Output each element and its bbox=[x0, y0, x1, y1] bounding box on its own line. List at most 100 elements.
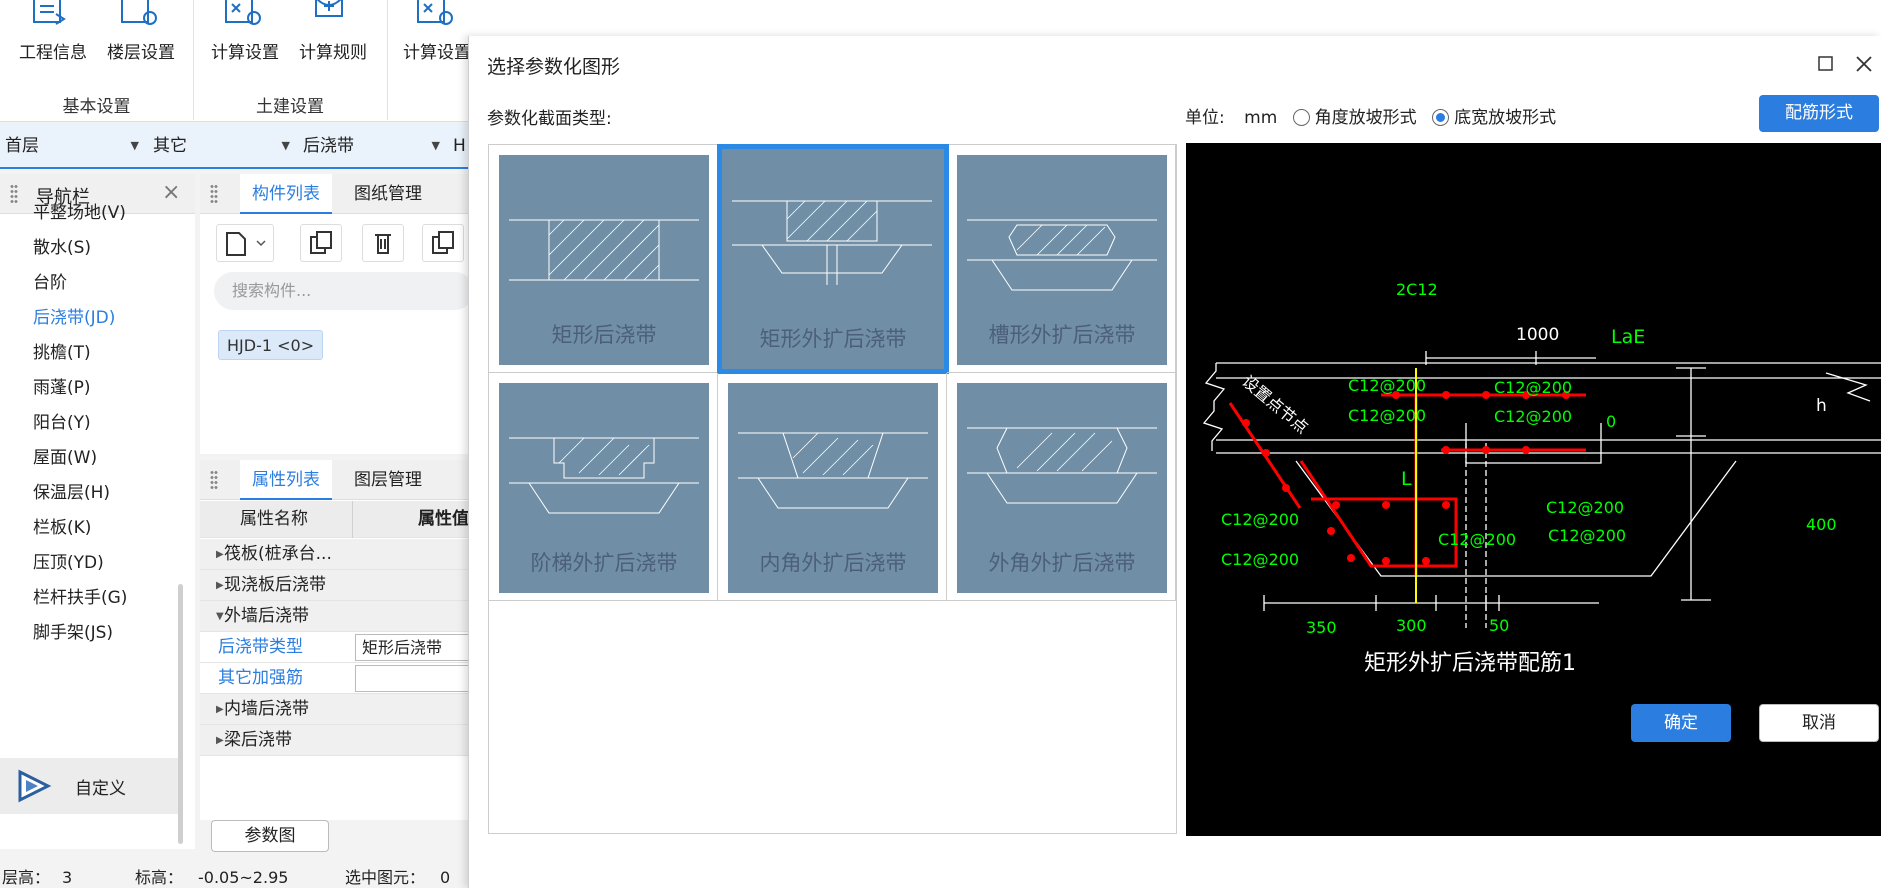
dialog-title: 选择参数化图形 bbox=[487, 56, 621, 78]
shape-caption: 阶梯外扩后浇带 bbox=[530, 551, 678, 575]
radio-angle-slope[interactable]: 角度放坡形式 bbox=[1292, 108, 1417, 128]
nav-item[interactable]: 栏板(K) bbox=[33, 513, 91, 538]
nav-item[interactable]: 平整场地(V) bbox=[33, 198, 126, 223]
selected-count-label: 选中图元： bbox=[345, 868, 426, 887]
property-group-row[interactable]: ▶ 现浇板后浇带 bbox=[200, 570, 470, 601]
component-list-header: 构件列表 图纸管理 bbox=[200, 174, 470, 214]
property-row[interactable]: 后浇带类型 矩形后浇带 bbox=[200, 632, 475, 663]
drag-handle-icon[interactable] bbox=[210, 184, 218, 204]
property-label: 梁后浇带 bbox=[224, 730, 292, 750]
selection-bar: 首层 ▼ 其它 ▼ 后浇带 ▼ H bbox=[0, 123, 470, 169]
shape-thumbnail[interactable]: 矩形外扩后浇带 bbox=[717, 144, 949, 374]
nav-item[interactable]: 压顶(YD) bbox=[33, 548, 104, 573]
floor-settings-label: 楼层设置 bbox=[107, 43, 175, 63]
preview-caption: 矩形外扩后浇带配筋1 bbox=[1364, 651, 1576, 676]
tab-property-list[interactable]: 属性列表 bbox=[240, 460, 332, 500]
radio-checked-icon bbox=[1432, 109, 1450, 126]
nav-scrollbar[interactable] bbox=[178, 584, 183, 844]
label-rebar: C12@200 bbox=[1548, 526, 1626, 545]
ok-button[interactable]: 确定 bbox=[1631, 704, 1731, 742]
expand-icon[interactable]: ▶ bbox=[216, 570, 224, 601]
param-diagram-button[interactable]: 参数图 bbox=[211, 820, 329, 852]
delete-button[interactable] bbox=[362, 224, 404, 262]
label-rebar: C12@200 bbox=[1494, 407, 1572, 426]
label-top-rebar: 2C12 bbox=[1396, 280, 1438, 299]
new-component-button[interactable] bbox=[216, 224, 274, 262]
layer-copy-button[interactable] bbox=[422, 224, 464, 262]
copy-button[interactable] bbox=[300, 224, 342, 262]
project-info-button[interactable]: 工程信息 bbox=[8, 0, 98, 70]
calc-settings-label: 计算设置 bbox=[211, 43, 279, 63]
nav-item[interactable]: 台阶 bbox=[33, 268, 67, 293]
collapse-icon[interactable]: ▼ bbox=[216, 601, 224, 632]
nav-item[interactable]: 保温层(H) bbox=[33, 478, 110, 503]
property-row[interactable]: 其它加强筋 bbox=[200, 663, 475, 694]
calc-rules-label: 计算规则 bbox=[299, 43, 367, 63]
property-value-input[interactable]: 矩形后浇带 bbox=[355, 634, 475, 661]
drag-handle-icon[interactable] bbox=[210, 470, 218, 490]
extra-select[interactable]: H bbox=[448, 131, 470, 161]
nav-item[interactable]: 后浇带(JD) bbox=[33, 303, 115, 328]
shape-option[interactable]: 矩形外扩后浇带 bbox=[717, 144, 949, 374]
select-parametric-shape-dialog: 选择参数化图形 参数化截面类型: 单位: mm 角度放坡形式 底宽放坡形式 配筋… bbox=[468, 36, 1881, 888]
shape-thumbnail[interactable]: 矩形后浇带 bbox=[499, 155, 709, 365]
unit-label: 单位: bbox=[1185, 108, 1225, 128]
drag-handle-icon[interactable] bbox=[10, 184, 18, 204]
tab-drawing-management[interactable]: 图纸管理 bbox=[342, 174, 434, 214]
property-group-row[interactable]: ▼ 外墙后浇带 bbox=[200, 601, 470, 632]
app-window: 工程信息 楼层设置 计算设置 计算规则 计算设置 基本设置 土建设置 首层 ▼ 其… bbox=[0, 0, 1881, 888]
calc-settings-button[interactable]: 计算设置 bbox=[200, 0, 290, 70]
shape-thumbnail[interactable]: 外角外扩后浇带 bbox=[957, 383, 1167, 593]
label-h: h bbox=[1816, 396, 1827, 416]
label-rebar: C12@200 bbox=[1546, 498, 1624, 517]
property-group-row[interactable]: ▶ 内墙后浇带 bbox=[200, 694, 470, 725]
custom-item[interactable]: 自定义 bbox=[0, 758, 178, 814]
custom-label: 自定义 bbox=[75, 779, 126, 799]
nav-item[interactable]: 阳台(Y) bbox=[33, 408, 91, 433]
tab-layer-management[interactable]: 图层管理 bbox=[342, 460, 434, 500]
rebar-form-button[interactable]: 配筋形式 bbox=[1759, 95, 1879, 132]
expand-icon[interactable]: ▶ bbox=[216, 539, 224, 570]
label-rebar: C12@200 bbox=[1221, 550, 1299, 569]
component-search-input[interactable]: 搜索构件... bbox=[214, 272, 474, 310]
component-chip[interactable]: HJD-1 <0> bbox=[218, 330, 324, 360]
shape-thumbnail[interactable]: 内角外扩后浇带 bbox=[728, 383, 938, 593]
property-group-row[interactable]: ▶ 梁后浇带 bbox=[200, 725, 470, 756]
shape-caption: 矩形后浇带 bbox=[551, 323, 657, 347]
component-type-select[interactable]: 后浇带 ▼ bbox=[298, 131, 446, 161]
floor-select[interactable]: 首层 ▼ bbox=[0, 131, 145, 161]
category-select[interactable]: 其它 ▼ bbox=[148, 131, 296, 161]
nav-item[interactable]: 脚手架(JS) bbox=[33, 618, 113, 643]
close-icon[interactable]: × bbox=[162, 180, 180, 205]
maximize-icon[interactable] bbox=[1818, 56, 1834, 72]
shape-option[interactable]: 内角外扩后浇带 bbox=[718, 373, 947, 601]
shape-thumbnail[interactable]: 阶梯外扩后浇带 bbox=[499, 383, 709, 593]
shape-option[interactable]: 槽形外扩后浇带 bbox=[947, 145, 1176, 373]
cancel-button[interactable]: 取消 bbox=[1759, 704, 1879, 742]
nav-item[interactable]: 挑檐(T) bbox=[33, 338, 91, 363]
nav-item[interactable]: 散水(S) bbox=[33, 233, 91, 258]
expand-icon[interactable]: ▶ bbox=[216, 694, 224, 725]
label-l: L bbox=[1401, 468, 1412, 490]
floor-settings-button[interactable]: 楼层设置 bbox=[96, 0, 186, 70]
floor-height-value: 3 bbox=[62, 868, 73, 887]
label-dim: 350 bbox=[1306, 618, 1337, 637]
close-icon[interactable] bbox=[1854, 54, 1874, 74]
property-label: 筏板(桩承台... bbox=[224, 544, 332, 564]
group-basic-settings: 基本设置 bbox=[62, 97, 131, 117]
tab-component-list[interactable]: 构件列表 bbox=[240, 174, 332, 214]
calc-rules-button[interactable]: 计算规则 bbox=[288, 0, 378, 70]
shape-option[interactable]: 阶梯外扩后浇带 bbox=[489, 373, 718, 601]
nav-item[interactable]: 栏杆扶手(G) bbox=[33, 583, 127, 608]
shape-option[interactable]: 矩形后浇带 bbox=[489, 145, 718, 373]
property-value-input[interactable] bbox=[355, 665, 475, 692]
radio-bottom-width-slope[interactable]: 底宽放坡形式 bbox=[1432, 108, 1556, 128]
property-table-header: 属性名称 属性值 bbox=[200, 501, 470, 538]
nav-item[interactable]: 屋面(W) bbox=[33, 443, 97, 468]
nav-item[interactable]: 雨蓬(P) bbox=[33, 373, 91, 398]
unit-row: 单位: mm 角度放坡形式 底宽放坡形式 bbox=[1185, 103, 1556, 128]
shape-thumbnail[interactable]: 槽形外扩后浇带 bbox=[957, 155, 1167, 365]
shape-option[interactable]: 外角外扩后浇带 bbox=[947, 373, 1176, 601]
expand-icon[interactable]: ▶ bbox=[216, 725, 224, 756]
property-group-row[interactable]: ▶ 筏板(桩承台... bbox=[200, 539, 470, 570]
